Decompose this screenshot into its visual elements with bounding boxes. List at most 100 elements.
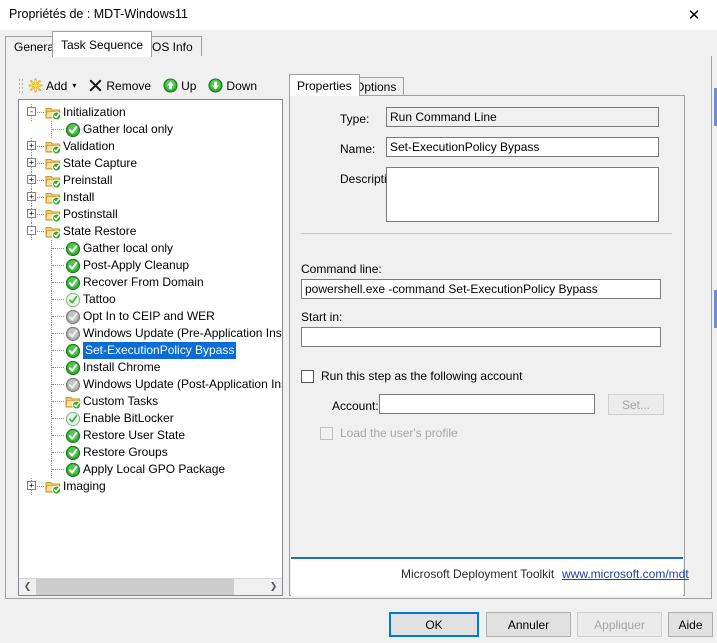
start-in-field[interactable] (301, 327, 661, 347)
tree-item-label: State Restore (63, 224, 137, 238)
tree-collapse-toggle[interactable]: - (27, 107, 36, 116)
scrollbar-track[interactable] (36, 578, 265, 595)
add-button-label: Add (46, 78, 68, 93)
tree-connector (52, 435, 64, 436)
tree-item[interactable]: Apply Local GPO Package (19, 461, 282, 478)
task-sequence-tree-panel: - Initialization Gather local only + Validat… (18, 99, 283, 596)
tree-item-label: Restore User State (83, 428, 186, 442)
tree-item[interactable]: + Install (19, 189, 282, 206)
tree-item[interactable]: Windows Update (Pre-Application Installa (19, 325, 282, 342)
arrow-up-circle-icon (163, 78, 178, 93)
start-in-label: Start in: (301, 310, 343, 324)
account-label: Account: (332, 399, 379, 413)
tree-item-label: Postinstall (63, 207, 118, 221)
scrollbar-thumb[interactable] (36, 578, 234, 595)
tree-item-label: Gather local only (83, 122, 174, 136)
apply-button: Appliquer (577, 612, 662, 637)
tree-item[interactable]: Install Chrome (19, 359, 282, 376)
folder-check-icon (45, 156, 62, 172)
tree-item[interactable]: Restore User State (19, 427, 282, 444)
tree-expand-toggle[interactable]: + (27, 481, 36, 490)
tree-expand-toggle[interactable]: + (27, 175, 36, 184)
name-field[interactable] (386, 137, 659, 157)
toolbar-grip[interactable] (18, 77, 23, 94)
tab-task-sequence[interactable]: Task Sequence (52, 31, 153, 57)
tree-item[interactable]: Post-Apply Cleanup (19, 257, 282, 274)
tree-item[interactable]: - Initialization (19, 104, 282, 121)
load-profile-label: Load the user's profile (340, 426, 458, 440)
tree-item[interactable]: - State Restore (19, 223, 282, 240)
move-down-button[interactable]: Down (206, 75, 261, 96)
tree-item[interactable]: Recover From Domain (19, 274, 282, 291)
tree-horizontal-scrollbar[interactable]: ❮ ❯ (19, 578, 282, 595)
properties-panel: Type: Name: Description: Command line: S… (289, 95, 689, 596)
tree-item[interactable]: + Postinstall (19, 206, 282, 223)
tree-item[interactable]: Set-ExecutionPolicy Bypass (19, 342, 282, 359)
check-grey-icon (65, 377, 81, 393)
tree-connector (52, 282, 64, 283)
tree-expand-toggle[interactable]: + (27, 209, 36, 218)
type-label: Type: (340, 112, 370, 126)
properties-tab-strip: Properties Options (289, 74, 685, 96)
move-down-label: Down (226, 78, 258, 93)
task-sequence-toolbar: Add ▾ Remove Up Down (18, 74, 283, 97)
command-line-field[interactable] (301, 279, 661, 299)
account-field[interactable] (379, 394, 595, 414)
folder-check-icon (45, 139, 62, 155)
run-as-account-checkbox-row[interactable]: Run this step as the following account (301, 369, 522, 383)
tree-connector (52, 316, 64, 317)
tree-item-label: Opt In to CEIP and WER (83, 309, 215, 323)
tree-item[interactable]: Gather local only (19, 240, 282, 257)
tree-expand-toggle[interactable]: + (27, 158, 36, 167)
main-tab-strip: General Task Sequence OS Info (0, 31, 717, 57)
tree-item-label: Windows Update (Pre-Application Installa (83, 326, 282, 340)
help-button[interactable]: Aide (668, 612, 713, 637)
folder-check-icon (45, 207, 62, 223)
branding-link[interactable]: www.microsoft.com/mdt (562, 567, 689, 581)
task-sequence-tree[interactable]: - Initialization Gather local only + Validat… (19, 100, 282, 578)
tree-expand-toggle[interactable]: + (27, 141, 36, 150)
set-account-label: Set... (621, 397, 650, 412)
tree-item[interactable]: Gather local only (19, 121, 282, 138)
tree-item[interactable]: Opt In to CEIP and WER (19, 308, 282, 325)
tree-connector (52, 248, 64, 249)
tree-connector (52, 401, 64, 402)
move-up-button[interactable]: Up (161, 75, 200, 96)
branding-accent-line (291, 557, 683, 559)
tree-item[interactable]: Restore Groups (19, 444, 282, 461)
folder-check-icon (45, 105, 62, 121)
scroll-left-icon[interactable]: ❮ (19, 578, 36, 595)
chevron-down-icon[interactable]: ▾ (72, 81, 76, 90)
properties-dialog: Propriétés de : MDT-Windows11 ✕ General … (0, 0, 717, 643)
add-button[interactable]: Add ▾ (26, 75, 80, 96)
check-grey-icon (65, 326, 81, 342)
tree-item[interactable]: + Preinstall (19, 172, 282, 189)
scroll-right-icon[interactable]: ❯ (265, 578, 282, 595)
load-profile-checkbox-row: Load the user's profile (320, 426, 458, 440)
tree-item[interactable]: + State Capture (19, 155, 282, 172)
tree-item[interactable]: + Imaging (19, 478, 282, 495)
ok-button[interactable]: OK (389, 612, 479, 637)
folder-check-icon (45, 173, 62, 189)
section-divider (301, 233, 672, 234)
close-icon: ✕ (687, 5, 701, 24)
tree-connector (52, 452, 64, 453)
description-field[interactable] (386, 167, 659, 222)
folder-check-icon (45, 224, 62, 240)
remove-button[interactable]: Remove (86, 75, 155, 96)
check-green-icon (65, 343, 81, 359)
tree-item[interactable]: Tattoo (19, 291, 282, 308)
load-profile-checkbox (320, 426, 333, 440)
run-as-account-checkbox[interactable] (301, 369, 314, 383)
tab-properties[interactable]: Properties (289, 74, 360, 96)
tree-item[interactable]: + Validation (19, 138, 282, 155)
close-x-icon (88, 78, 103, 93)
check-green-icon (65, 445, 81, 461)
tree-item[interactable]: Custom Tasks (19, 393, 282, 410)
tree-expand-toggle[interactable]: + (27, 192, 36, 201)
tree-item[interactable]: Windows Update (Post-Application Install (19, 376, 282, 393)
tree-collapse-toggle[interactable]: - (27, 226, 36, 235)
tree-item[interactable]: Enable BitLocker (19, 410, 282, 427)
close-button[interactable]: ✕ (671, 0, 717, 30)
cancel-button[interactable]: Annuler (486, 612, 571, 637)
